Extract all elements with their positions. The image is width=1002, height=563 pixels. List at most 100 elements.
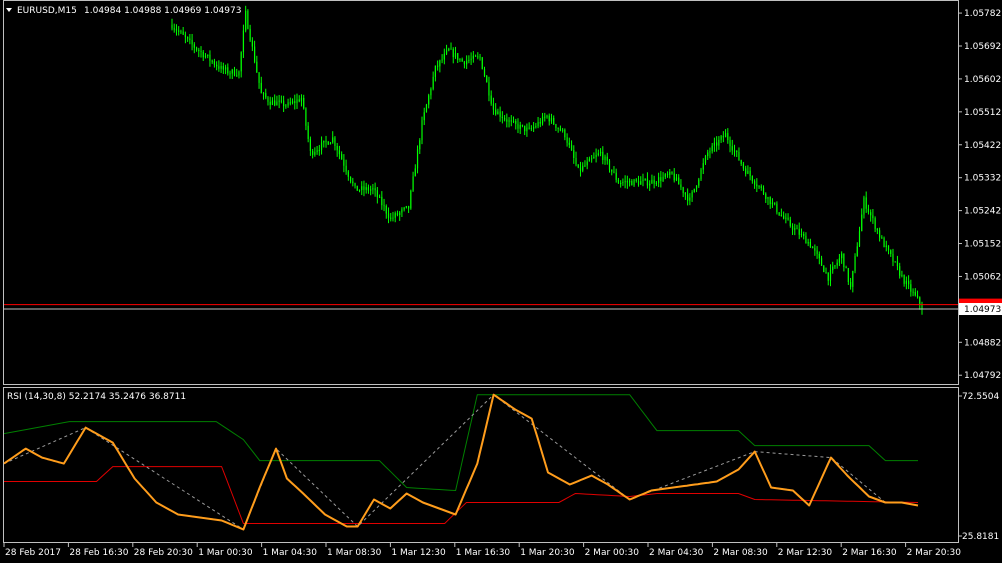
candle-body — [586, 161, 588, 166]
candle-body — [867, 208, 870, 213]
candle-body — [680, 184, 682, 188]
candle-body — [896, 261, 899, 267]
candle-body — [245, 10, 247, 31]
candle-body — [253, 46, 256, 62]
candle-body — [278, 100, 280, 102]
candle-body — [615, 172, 617, 180]
candle-body — [899, 266, 901, 276]
candle-body — [749, 170, 751, 177]
candle-body — [448, 48, 450, 51]
candle-body — [903, 275, 905, 284]
candle-body — [649, 183, 651, 186]
candle-body — [209, 54, 211, 61]
candle-body — [894, 261, 896, 263]
candle-body — [296, 99, 298, 103]
candle-body — [187, 37, 189, 39]
candle-body — [354, 183, 356, 186]
candle-body — [553, 118, 555, 125]
candle-body — [575, 157, 577, 165]
candle-body — [207, 54, 209, 56]
candle-body — [457, 53, 459, 60]
candle-body — [483, 69, 486, 76]
candle-body — [622, 182, 624, 184]
candle-body — [626, 181, 628, 183]
candle-body — [247, 10, 249, 29]
candle-body — [461, 59, 463, 62]
time-tick-label: 28 Feb 16:30 — [69, 548, 128, 558]
candle-body — [307, 125, 309, 139]
candle-body — [762, 187, 765, 194]
candle-body — [432, 76, 434, 89]
candle-body — [387, 213, 390, 218]
candle-body — [184, 34, 186, 38]
candle-body — [541, 116, 544, 124]
candle-body — [914, 291, 916, 296]
candle-body — [687, 194, 689, 201]
candle-body — [827, 272, 829, 281]
candle-body — [202, 51, 204, 58]
candle-body — [579, 167, 582, 171]
candle-body — [533, 126, 535, 129]
candle-body — [602, 151, 604, 160]
candle-body — [671, 171, 673, 174]
candle-body — [865, 197, 867, 209]
candle-body — [349, 176, 352, 182]
candle-body — [479, 56, 481, 58]
candle-body — [809, 242, 811, 247]
candle-body — [829, 270, 832, 281]
candle-body — [548, 115, 550, 122]
candle-body — [401, 209, 403, 213]
candle-body — [334, 137, 336, 146]
candle-body — [204, 55, 207, 58]
candle-body — [441, 59, 443, 61]
ohlc-values: 1.04984 1.04988 1.04969 1.04973 — [84, 6, 241, 16]
candle-body — [818, 253, 820, 259]
candle-body — [713, 142, 716, 146]
candle-body — [631, 180, 633, 186]
candle-body — [870, 212, 872, 216]
candle-body — [693, 188, 695, 192]
rsi-header: RSI (14,30,8) 52.2174 35.2476 36.8711 — [7, 392, 186, 402]
candle-body — [724, 133, 727, 138]
candle-body — [834, 265, 836, 267]
candle-body — [767, 197, 769, 199]
candle-body — [392, 217, 394, 219]
candle-body — [825, 272, 827, 274]
candle-body — [861, 214, 863, 232]
candle-body — [408, 205, 410, 209]
candle-body — [912, 291, 914, 293]
candle-body — [213, 61, 216, 65]
candle-body — [338, 150, 341, 155]
candle-body — [300, 97, 303, 102]
candle-body — [490, 95, 492, 104]
candle-body — [434, 65, 436, 77]
candle-body — [881, 237, 883, 239]
candle-body — [211, 60, 213, 62]
candle-body — [249, 28, 251, 41]
time-tick-label: 1 Mar 00:30 — [198, 548, 253, 558]
candle-body — [517, 123, 519, 129]
candle-body — [753, 181, 756, 185]
candle-body — [231, 69, 233, 74]
candle-body — [669, 171, 671, 175]
candle-body — [908, 280, 910, 285]
time-tick-label: 1 Mar 12:30 — [391, 548, 446, 558]
candle-body — [399, 212, 401, 216]
candle-body — [405, 205, 407, 208]
candle-body — [343, 159, 345, 166]
candle-body — [731, 146, 733, 151]
candle-body — [403, 207, 405, 210]
candle-body — [303, 97, 305, 109]
candle-body — [747, 170, 749, 174]
price-chart[interactable]: EURUSD,M15 1.04984 1.04988 1.04969 1.049… — [0, 0, 1002, 563]
candle-body — [178, 30, 180, 32]
candle-body — [684, 192, 686, 195]
candle-body — [227, 67, 229, 74]
candle-body — [593, 156, 595, 159]
candle-body — [173, 28, 175, 30]
price-tick-label: 1.05782 — [964, 9, 1001, 19]
candle-body — [238, 71, 240, 76]
candle-body — [628, 180, 631, 183]
candle-body — [216, 64, 218, 67]
candle-body — [892, 253, 894, 262]
